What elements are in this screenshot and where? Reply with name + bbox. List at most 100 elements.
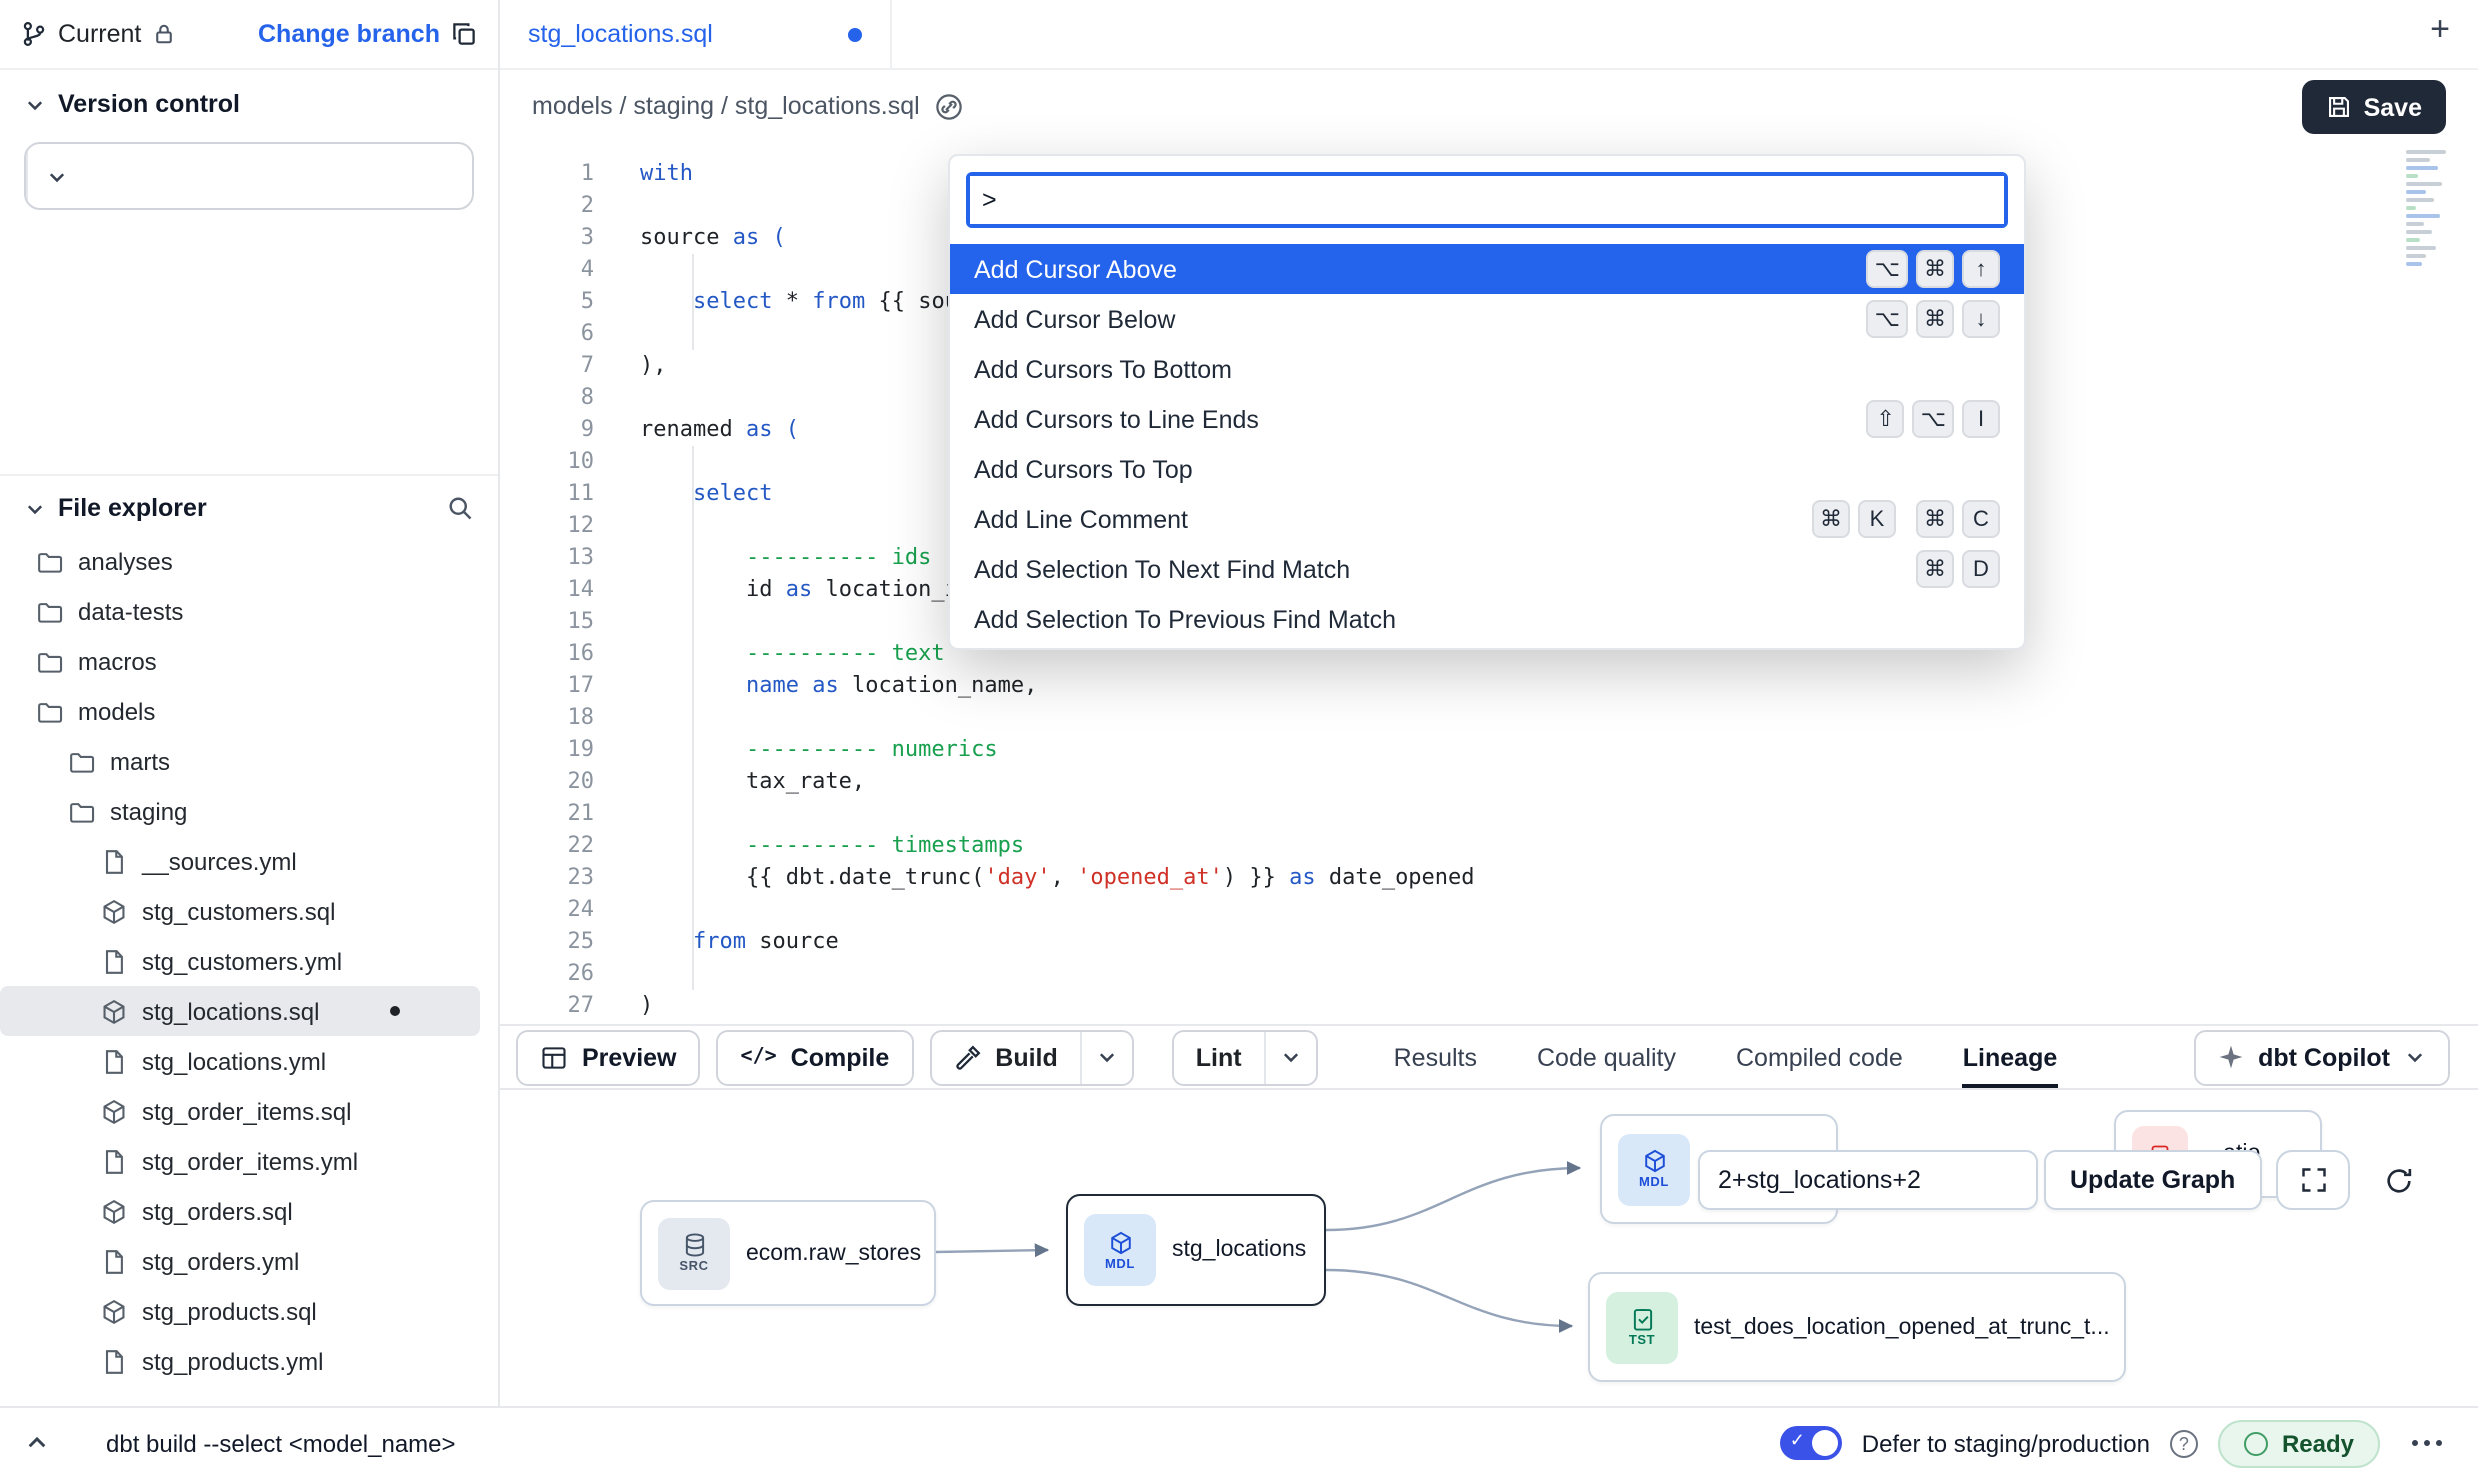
folder-item-analyses[interactable]: analyses [0,536,480,586]
palette-item-add-cursors-to-top[interactable]: Add Cursors To Top [950,444,2024,494]
file-item-stg_locations.sql[interactable]: stg_locations.sql [0,986,480,1036]
defer-toggle[interactable]: ✓ [1780,1426,1842,1460]
new-tab-button[interactable]: + [2430,12,2450,46]
build-split-button: Build [929,1029,1134,1085]
status-bar-right: ✓ Defer to staging/production ? Ready [1780,1419,2454,1467]
code-line: ---------- timestamps [640,830,2478,862]
create-branch-dropdown[interactable] [26,144,86,208]
panel-tab-compiled-code[interactable]: Compiled code [1736,1026,1903,1088]
panel-tab-code-quality[interactable]: Code quality [1537,1026,1676,1088]
minimap[interactable] [2406,150,2462,266]
lineage-search-input[interactable] [1698,1150,2038,1210]
file-item-stg_order_items.sql[interactable]: stg_order_items.sql [0,1086,480,1136]
fullscreen-button[interactable] [2276,1150,2350,1210]
line-number: 26 [500,958,594,990]
file-icon [100,1047,128,1075]
file-explorer-header[interactable]: File explorer [0,476,498,532]
file-item-stg_products.sql[interactable]: stg_products.sql [0,1286,480,1336]
command-palette-list: Add Cursor Above⌥⌘↑Add Cursor Below⌥⌘↓Ad… [950,244,2024,644]
folder-item-macros[interactable]: macros [0,636,480,686]
palette-item-add-line-comment[interactable]: Add Line Comment⌘K⌘C [950,494,2024,544]
app-window: Current Change branch Version control Cr… [0,0,2478,1478]
refresh-button[interactable] [2362,1150,2434,1210]
change-branch-link[interactable]: Change branch [258,20,440,48]
folder-item-data-tests[interactable]: data-tests [0,586,480,636]
palette-item-add-cursors-to-bottom[interactable]: Add Cursors To Bottom [950,344,2024,394]
tab-stg-locations-sql[interactable]: stg_locations.sql [500,0,892,68]
palette-item-add-cursor-below[interactable]: Add Cursor Below⌥⌘↓ [950,294,2024,344]
copy-icon[interactable] [450,20,478,48]
defer-label: Defer to staging/production [1862,1429,2150,1457]
key-chip: I [1962,400,2000,438]
line-number: 11 [500,478,594,510]
file-item-stg_orders.sql[interactable]: stg_orders.sql [0,1186,480,1236]
file-item-stg_products.yml[interactable]: stg_products.yml [0,1336,480,1386]
line-number: 16 [500,638,594,670]
file-item-label: stg_orders.sql [142,1197,293,1225]
breadcrumb-row: models / staging / stg_locations.sql [500,70,2478,142]
code-line: from source [640,926,2478,958]
file-item-stg_locations.yml[interactable]: stg_locations.yml [0,1036,480,1086]
file-icon [100,847,128,875]
lint-split-button: Lint [1172,1029,1318,1085]
preview-button[interactable]: Preview [516,1029,701,1085]
lineage-node-test[interactable]: TST test_does_location_opened_at_trunc_t… [1588,1272,2126,1382]
panel-tab-lineage[interactable]: Lineage [1963,1026,2058,1088]
file-item-__sources.yml[interactable]: __sources.yml [0,836,480,886]
file-item-stg_orders.yml[interactable]: stg_orders.yml [0,1236,480,1286]
status-ring-icon [2244,1431,2268,1455]
save-button[interactable]: Save [2302,80,2446,134]
link-icon[interactable] [934,91,964,121]
update-graph-button[interactable]: Update Graph [2044,1150,2261,1210]
lineage-node-stg-locations[interactable]: MDL stg_locations [1066,1194,1326,1306]
code-icon: </> [741,1046,777,1068]
more-options-button[interactable] [2400,1428,2454,1458]
palette-item-add-selection-to-next-find-match[interactable]: Add Selection To Next Find Match⌘D [950,544,2024,594]
folder-item-models[interactable]: models [0,686,480,736]
dbt-command-text: dbt build --select <model_name> [106,1429,456,1457]
dbt-copilot-button[interactable]: dbt Copilot [2194,1029,2450,1085]
folder-item-marts[interactable]: marts [0,736,480,786]
model-icon [100,897,128,925]
lint-button[interactable]: Lint [1174,1031,1264,1083]
command-palette-input-wrap [966,172,2008,228]
palette-item-add-cursors-to-line-ends[interactable]: Add Cursors to Line Ends⇧⌥I [950,394,2024,444]
key-chip: ⌘ [1916,550,1954,588]
model-icon [100,997,128,1025]
help-icon[interactable]: ? [2170,1429,2198,1457]
lineage-canvas[interactable]: SRC ecom.raw_stores MDL stg_locations MD… [500,1090,2478,1406]
command-palette-input[interactable] [970,176,2004,224]
file-item-label: stg_customers.sql [142,897,335,925]
test-icon: TST [1606,1291,1678,1363]
search-icon[interactable] [446,494,474,522]
file-icon [100,1347,128,1375]
palette-item-add-selection-to-previous-find-match[interactable]: Add Selection To Previous Find Match [950,594,2024,644]
file-item-label: models [78,697,155,725]
line-number: 14 [500,574,594,606]
file-item-label: analyses [78,547,173,575]
palette-item-add-cursor-above[interactable]: Add Cursor Above⌥⌘↑ [950,244,2024,294]
build-button[interactable]: Build [931,1031,1080,1083]
status-bar: dbt build --select <model_name> ✓ Defer … [0,1406,2478,1478]
compile-button[interactable]: </> Compile [717,1029,914,1085]
folder-icon [68,797,96,825]
ready-status-badge[interactable]: Ready [2218,1419,2380,1467]
folder-item-staging[interactable]: staging [0,786,480,836]
key-chip: K [1858,500,1896,538]
chevron-up-icon[interactable] [24,1430,50,1456]
lint-dropdown[interactable] [1264,1031,1316,1083]
branch-bar: Current Change branch [0,0,498,70]
breadcrumb: models / staging / stg_locations.sql [532,92,920,120]
panel-tab-results[interactable]: Results [1394,1026,1477,1088]
file-item-stg_order_items.yml[interactable]: stg_order_items.yml [0,1136,480,1186]
table-icon [540,1043,568,1071]
file-item-label: marts [110,747,170,775]
lineage-node-ecom-raw-stores[interactable]: SRC ecom.raw_stores [640,1200,936,1306]
file-item-stg_customers.sql[interactable]: stg_customers.sql [0,886,480,936]
file-item-label: stg_customers.yml [142,947,342,975]
file-item-stg_customers.yml[interactable]: stg_customers.yml [0,936,480,986]
file-icon [100,1247,128,1275]
folder-icon [36,697,64,725]
version-control-header[interactable]: Version control [0,70,498,130]
build-dropdown[interactable] [1080,1031,1132,1083]
